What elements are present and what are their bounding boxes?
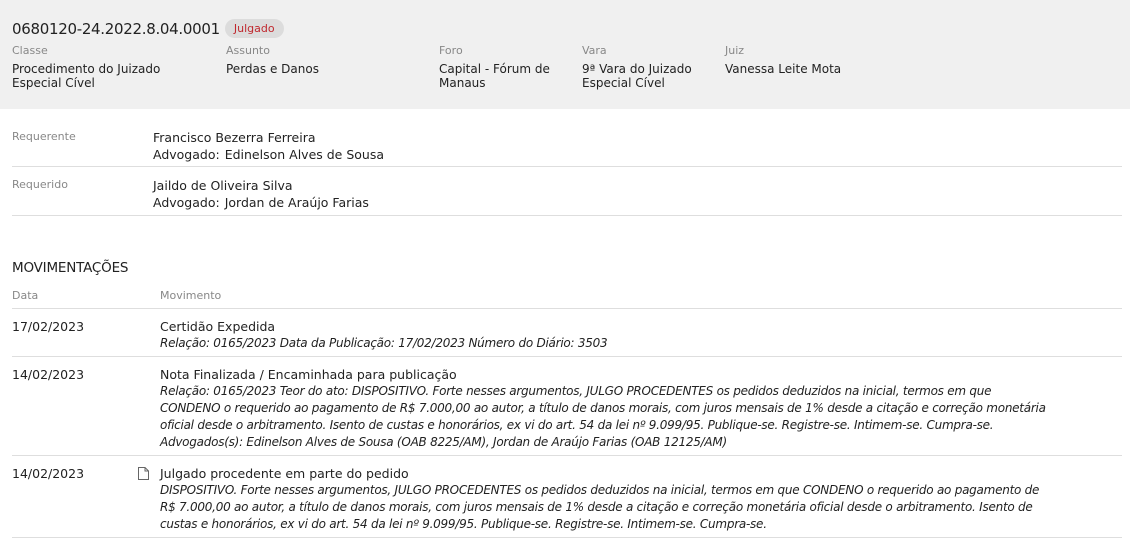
meta-label: Vara — [582, 44, 607, 57]
movement-description-line: custas e honorários, ex vi do art. 54 da… — [160, 517, 767, 531]
meta-foro: Foro Capital - Fórum de Manaus — [439, 44, 550, 90]
meta-value: Perdas e Danos — [226, 62, 319, 76]
movement-content: Nota Finalizada / Encaminhada para publi… — [160, 366, 1110, 451]
meta-assunto: Assunto Perdas e Danos — [226, 44, 319, 76]
process-title-line: 0680120-24.2022.8.04.0001 Julgado — [12, 19, 284, 38]
movement-description-line: oficial desde o arbitramento. Isento de … — [160, 418, 994, 432]
process-header: 0680120-24.2022.8.04.0001 Julgado Classe… — [0, 0, 1130, 109]
party-lawyer-line: Advogado: Edinelson Alves de Sousa — [153, 146, 384, 163]
party-lawyer-line: Advogado: Jordan de Araújo Farias — [153, 194, 369, 211]
movement-description-line: R$ 7.000,00 ao autor, a título de danos … — [160, 500, 1033, 514]
column-header-date: Data — [12, 289, 39, 302]
party-details: Jaildo de Oliveira Silva Advogado: Jordan… — [153, 177, 369, 211]
movement-content: Certidão Expedida Relação: 0165/2023 Dat… — [160, 318, 1110, 352]
meta-label: Assunto — [226, 44, 270, 57]
document-icon[interactable] — [138, 467, 149, 480]
meta-label: Juiz — [725, 44, 745, 57]
party-role: Requerente — [12, 130, 76, 143]
movement-row: 14/02/2023 Julgado procedente em parte d… — [12, 465, 1122, 538]
movement-description-line: DISPOSITIVO. Forte nesses argumentos, JU… — [160, 483, 1040, 497]
meta-vara: Vara 9ª Vara do Juizado Especial Cível — [582, 44, 692, 90]
movement-date: 14/02/2023 — [12, 367, 85, 382]
movement-title[interactable]: Nota Finalizada / Encaminhada para publi… — [160, 366, 1110, 383]
lawyer-name: Edinelson Alves de Sousa — [224, 147, 385, 162]
meta-value-line: Vanessa Leite Mota — [725, 62, 842, 76]
column-header-movement: Movimento — [160, 289, 222, 302]
lawyer-label: Advogado: — [153, 195, 220, 210]
meta-value-line: Capital - Fórum de — [439, 62, 550, 76]
meta-juiz: Juiz Vanessa Leite Mota — [725, 44, 841, 76]
process-number: 0680120-24.2022.8.04.0001 — [12, 19, 220, 38]
meta-label: Classe — [12, 44, 48, 57]
movement-content: Julgado procedente em parte do pedido DI… — [160, 465, 1110, 533]
movement-description-line: Advogados(s): Edinelson Alves de Sousa (… — [160, 435, 727, 449]
party-name: Jaildo de Oliveira Silva — [153, 178, 293, 193]
meta-value-line: 9ª Vara do Juizado — [582, 62, 692, 76]
meta-value: Vanessa Leite Mota — [725, 62, 841, 76]
meta-label: Foro — [439, 44, 463, 57]
movement-row: 14/02/2023 Nota Finalizada / Encaminhada… — [12, 366, 1122, 456]
meta-value-line: Manaus — [439, 76, 486, 90]
party-name: Francisco Bezerra Ferreira — [153, 130, 316, 145]
party-requerido: Requerido Jaildo de Oliveira Silva Advog… — [12, 177, 1122, 216]
movement-date: 14/02/2023 — [12, 466, 85, 481]
meta-value-line: Perdas e Danos — [226, 62, 319, 76]
meta-value: 9ª Vara do Juizado Especial Cível — [582, 62, 692, 90]
lawyer-label: Advogado: — [153, 147, 220, 162]
party-requerente: Requerente Francisco Bezerra Ferreira Ad… — [12, 129, 1122, 167]
lawyer-name: Jordan de Araújo Farias — [224, 195, 369, 210]
movements-title: MOVIMENTAÇÕES — [12, 260, 129, 276]
header-divider — [12, 308, 1122, 309]
status-badge: Julgado — [224, 19, 284, 38]
movement-title[interactable]: Certidão Expedida — [160, 318, 1110, 335]
movement-description-line: CONDENO o requerido ao pagamento de R$ 7… — [160, 401, 1046, 415]
movement-title[interactable]: Julgado procedente em parte do pedido — [160, 465, 1110, 482]
movement-date: 17/02/2023 — [12, 319, 85, 334]
movement-description-line: Relação: 0165/2023 Teor do ato: DISPOSIT… — [160, 384, 992, 398]
meta-value: Procedimento do Juizado Especial Cível — [12, 62, 160, 90]
movement-row: 17/02/2023 Certidão Expedida Relação: 01… — [12, 318, 1122, 357]
party-role: Requerido — [12, 178, 68, 191]
meta-value: Capital - Fórum de Manaus — [439, 62, 550, 90]
meta-classe: Classe Procedimento do Juizado Especial … — [12, 44, 160, 90]
meta-value-line: Especial Cível — [582, 76, 665, 90]
meta-value-line: Especial Cível — [12, 76, 95, 90]
movement-description: Relação: 0165/2023 Data da Publicação: 1… — [160, 336, 608, 350]
party-details: Francisco Bezerra Ferreira Advogado: Edin… — [153, 129, 384, 163]
meta-value-line: Procedimento do Juizado — [12, 62, 161, 76]
